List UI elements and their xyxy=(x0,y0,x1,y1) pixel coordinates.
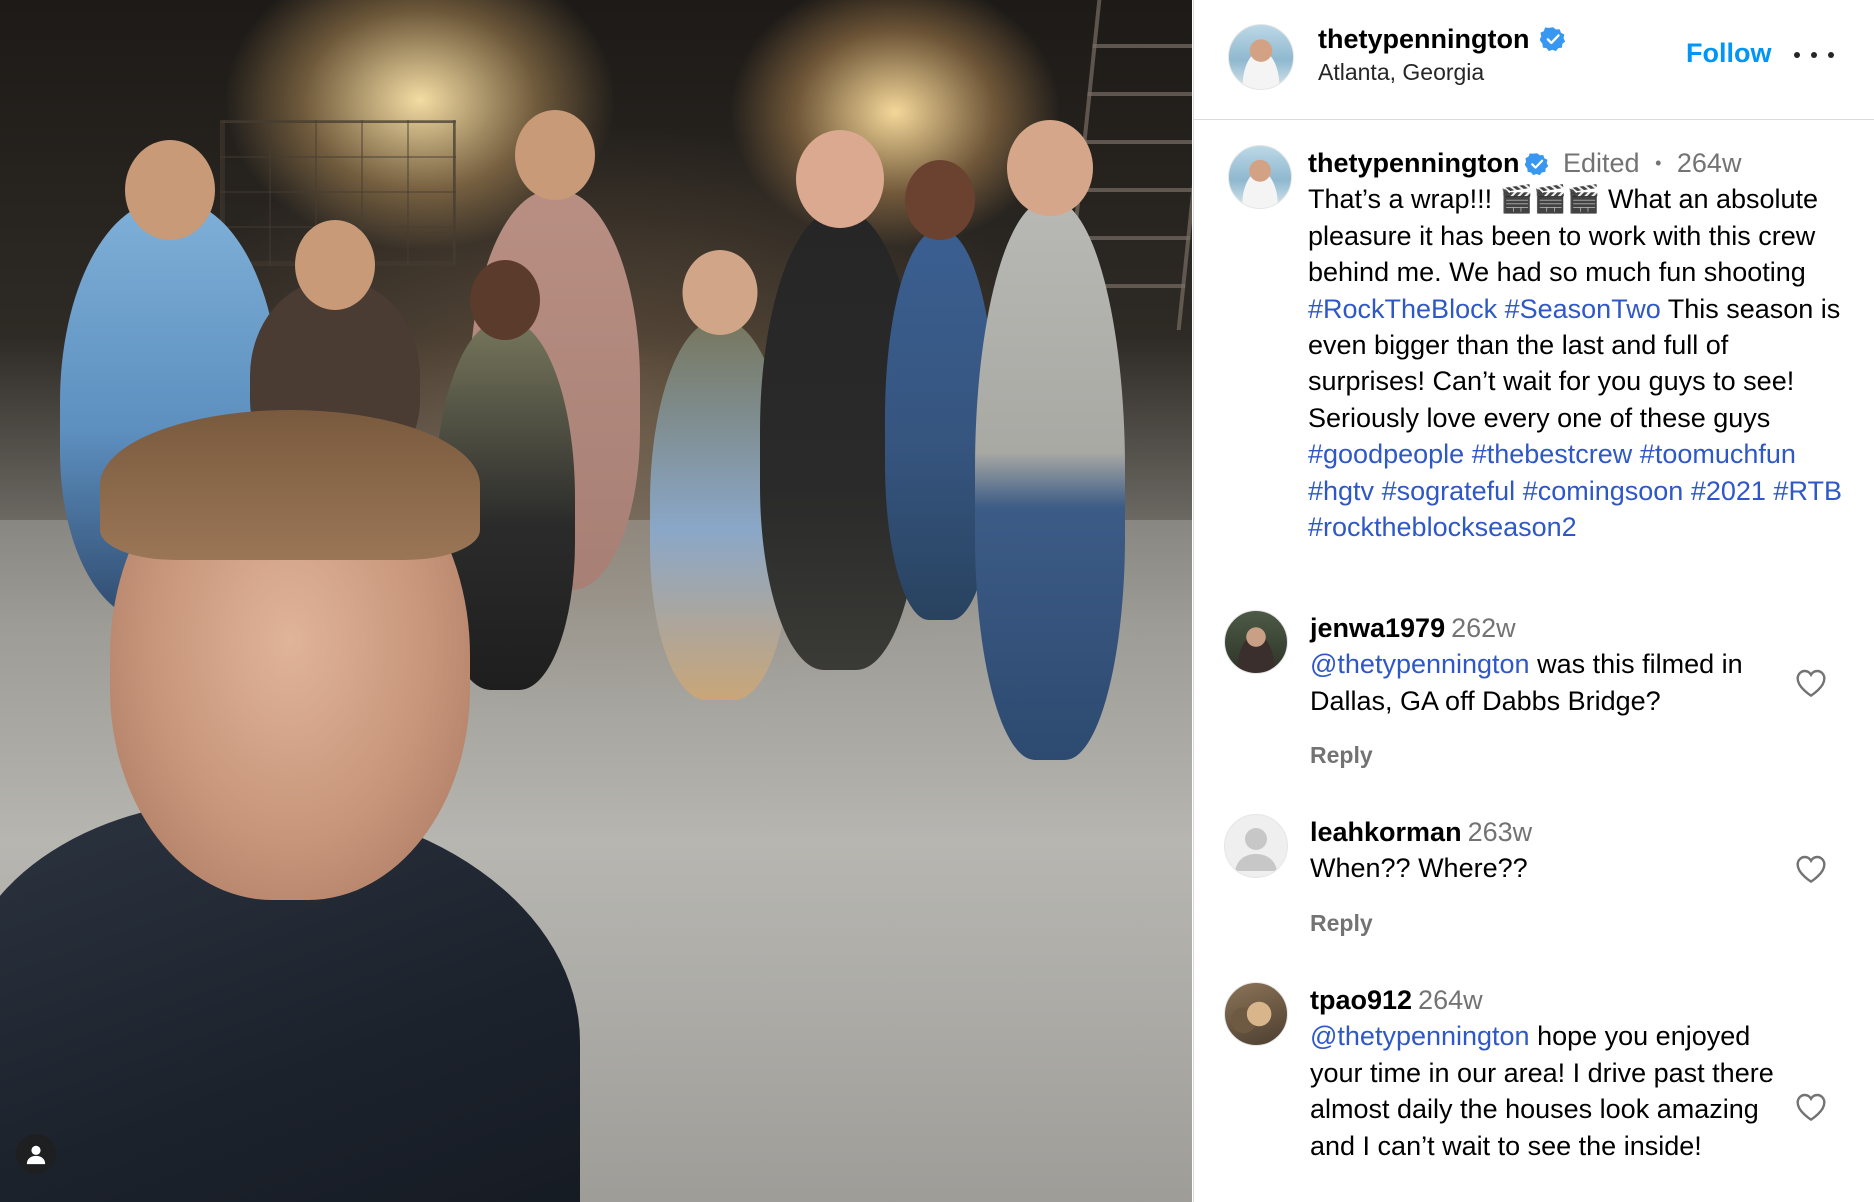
comment-time[interactable]: 262w xyxy=(1451,613,1516,643)
commenter-avatar[interactable] xyxy=(1224,814,1288,878)
hashtag-link[interactable]: #sograteful xyxy=(1382,476,1516,506)
hashtag-link[interactable]: #RTB xyxy=(1773,476,1842,506)
hashtag-link[interactable]: #goodpeople xyxy=(1308,439,1464,469)
commenter-username[interactable]: jenwa1979 xyxy=(1310,613,1445,643)
author-avatar[interactable] xyxy=(1228,24,1294,90)
commenter-avatar[interactable] xyxy=(1224,982,1288,1046)
heart-icon[interactable] xyxy=(1795,1092,1827,1122)
comment-item: tpao912 264w @thetypennington hope you en… xyxy=(1194,982,1874,1202)
post-header: thetypennington Atlanta, Georgia Follow xyxy=(1194,0,1874,120)
author-username[interactable]: thetypennington xyxy=(1318,24,1529,54)
commenter-username[interactable]: leahkorman xyxy=(1310,817,1462,847)
heart-icon[interactable] xyxy=(1795,854,1827,884)
follow-button[interactable]: Follow xyxy=(1686,38,1771,69)
comment-time[interactable]: 263w xyxy=(1468,817,1533,847)
tagged-people-button[interactable] xyxy=(16,1134,56,1174)
verified-badge-icon xyxy=(1525,153,1549,176)
comment-item: leahkorman 263w When?? Where?? Reply xyxy=(1194,814,1874,944)
caption-author-username[interactable]: thetypennington xyxy=(1308,148,1519,178)
verified-badge-icon xyxy=(1539,27,1566,52)
separator-dot: • xyxy=(1655,153,1662,173)
hashtag-link[interactable]: #SeasonTwo xyxy=(1505,294,1661,324)
caption-author-avatar[interactable] xyxy=(1228,145,1292,209)
crew-member xyxy=(975,120,1125,760)
hashtag-link[interactable]: #rocktheblockseason2 xyxy=(1308,512,1577,542)
hashtag-link[interactable]: #hgtv xyxy=(1308,476,1374,506)
hashtag-link[interactable]: #thebestcrew xyxy=(1472,439,1633,469)
mention-link[interactable]: @thetypennington xyxy=(1310,649,1530,679)
heart-icon[interactable] xyxy=(1795,668,1827,698)
post-caption: thetypennington Edited • 264w That’s a w… xyxy=(1308,145,1848,545)
hashtag-link[interactable]: #toomuchfun xyxy=(1640,439,1796,469)
post-photo[interactable] xyxy=(0,0,1192,1202)
hashtag-link[interactable]: #2021 xyxy=(1691,476,1766,506)
caption-time[interactable]: 264w xyxy=(1677,148,1742,178)
post-sidebar: thetypennington Atlanta, Georgia Follow … xyxy=(1193,0,1874,1202)
post-location[interactable]: Atlanta, Georgia xyxy=(1318,59,1566,86)
comment-text: When?? Where?? xyxy=(1310,853,1528,884)
selfie-hair xyxy=(100,410,480,560)
hashtag-link[interactable]: #comingsoon xyxy=(1523,476,1684,506)
person-icon xyxy=(1235,828,1277,871)
more-options-icon[interactable] xyxy=(1794,40,1834,70)
mention-link[interactable]: @thetypennington xyxy=(1310,1021,1530,1051)
reply-button[interactable]: Reply xyxy=(1310,905,1373,941)
hashtag-link[interactable]: #RockTheBlock xyxy=(1308,294,1497,324)
comment-item: jenwa1979 262w @thetypennington was this … xyxy=(1194,610,1874,780)
caption-text: That’s a wrap!!! 🎬🎬🎬 What an absolute pl… xyxy=(1308,184,1819,288)
commenter-avatar[interactable] xyxy=(1224,610,1288,674)
commenter-username[interactable]: tpao912 xyxy=(1310,985,1412,1015)
reply-button[interactable]: Reply xyxy=(1310,737,1373,773)
edited-label: Edited xyxy=(1562,148,1640,178)
comment-time[interactable]: 264w xyxy=(1418,985,1483,1015)
person-icon xyxy=(26,1145,46,1165)
